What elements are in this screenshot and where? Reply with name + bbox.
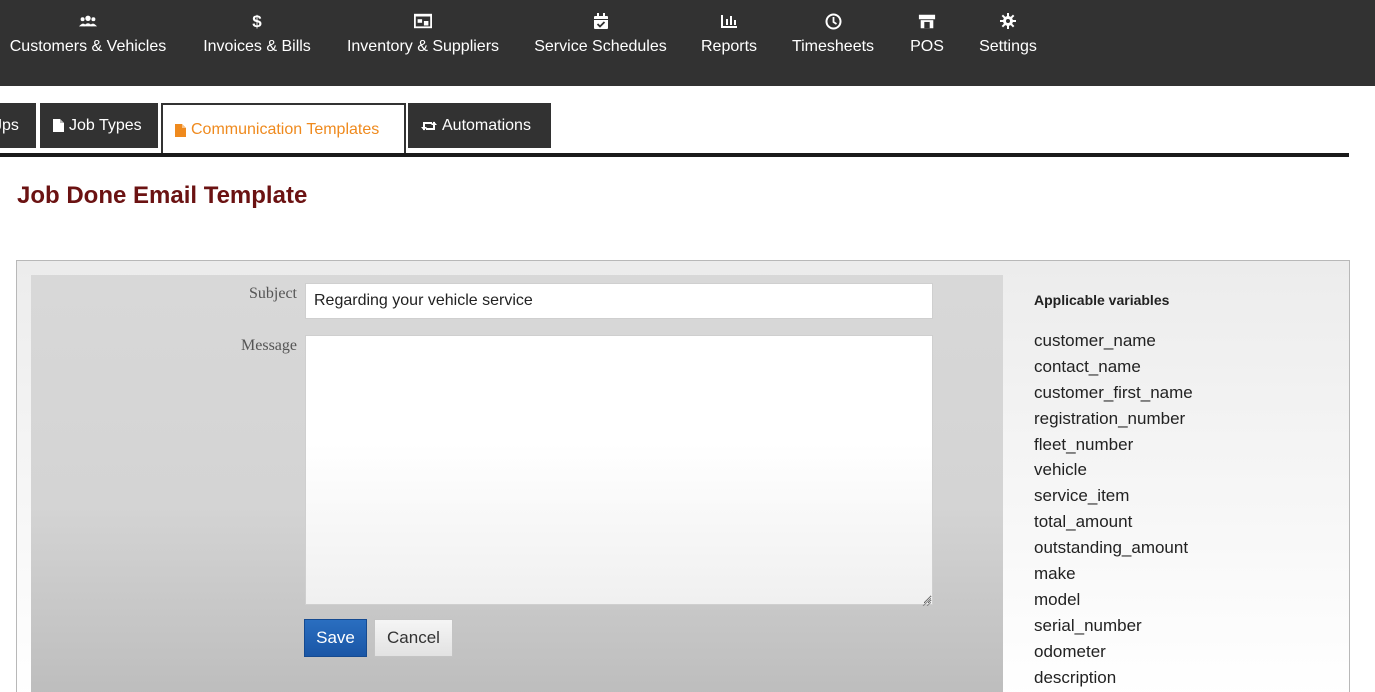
svg-text:$: $ — [252, 12, 262, 30]
variable-item: customer_first_name — [1034, 382, 1193, 402]
nav-label: Invoices & Bills — [203, 38, 311, 55]
cancel-button[interactable]: Cancel — [374, 619, 453, 657]
nav-customers-vehicles[interactable]: Customers & Vehicles — [0, 0, 176, 86]
clock-icon — [824, 12, 842, 30]
tab-label: Job Types — [69, 116, 142, 134]
tab-label: Automations — [442, 116, 531, 134]
nav-label: Customers & Vehicles — [9, 38, 167, 55]
variable-item: total_amount — [1034, 512, 1133, 532]
tab-job-types[interactable]: Job Types — [40, 103, 158, 148]
variable-item: vehicle — [1034, 460, 1087, 480]
nav-label: Reports — [700, 38, 758, 55]
nav-inventory-suppliers[interactable]: Inventory & Suppliers — [339, 0, 507, 86]
file-icon — [175, 123, 186, 137]
variable-item: make — [1034, 564, 1076, 584]
variable-item: customer_name — [1034, 331, 1156, 350]
variable-item: contact_name — [1034, 356, 1141, 376]
variables-title: Applicable variables — [1034, 292, 1170, 308]
message-textarea[interactable] — [305, 335, 933, 605]
subject-label: Subject — [249, 285, 297, 302]
variable-item: serial_number — [1034, 615, 1142, 635]
variable-item: service_item — [1034, 486, 1130, 506]
retweet-icon — [421, 120, 437, 132]
nav-invoices-bills[interactable]: $ Invoices & Bills — [196, 0, 318, 86]
nav-label: Timesheets — [791, 38, 875, 55]
template-form: Subject Message Save Cancel — [31, 275, 1003, 692]
tab-divider — [0, 153, 1349, 157]
nav-label: POS — [910, 38, 944, 55]
nav-reports[interactable]: Reports — [695, 0, 763, 86]
calendar-check-icon — [592, 12, 610, 30]
save-button[interactable]: Save — [304, 619, 367, 657]
tab-automations[interactable]: Automations — [408, 103, 551, 148]
variable-item: model — [1034, 589, 1081, 609]
nav-label: Inventory & Suppliers — [346, 38, 500, 55]
nav-label: Settings — [979, 38, 1037, 55]
variable-item: description — [1034, 667, 1117, 687]
tab-communication-templates[interactable]: Communication Templates — [161, 103, 406, 155]
subject-input[interactable] — [305, 283, 933, 319]
tab-label: Communication Templates — [191, 121, 380, 138]
nav-timesheets[interactable]: Timesheets — [783, 0, 883, 86]
nav-label: Service Schedules — [534, 38, 667, 55]
resize-grip-icon[interactable] — [921, 593, 932, 607]
variables-list: customer_name contact_name customer_firs… — [1034, 328, 1193, 690]
variable-item: registration_number — [1034, 408, 1186, 428]
nav-pos[interactable]: POS — [903, 0, 951, 86]
warehouse-icon — [414, 12, 432, 30]
variable-item: fleet_number — [1034, 434, 1134, 454]
bar-chart-icon — [720, 12, 738, 30]
top-navigation: Customers & Vehicles $ Invoices & Bills … — [0, 0, 1375, 86]
gear-icon — [999, 12, 1017, 30]
dollar-icon: $ — [248, 12, 266, 30]
nav-service-schedules[interactable]: Service Schedules — [527, 0, 674, 86]
page-title: Job Done Email Template — [17, 182, 308, 209]
message-label: Message — [241, 337, 297, 354]
tab-job-groups[interactable]: Jps — [0, 103, 36, 148]
tab-label: Jps — [0, 116, 19, 134]
nav-settings[interactable]: Settings — [972, 0, 1044, 86]
variable-item: odometer — [1034, 641, 1106, 661]
users-icon — [79, 12, 97, 30]
variable-item: outstanding_amount — [1034, 538, 1189, 558]
store-icon — [918, 12, 936, 30]
file-icon — [53, 119, 64, 132]
